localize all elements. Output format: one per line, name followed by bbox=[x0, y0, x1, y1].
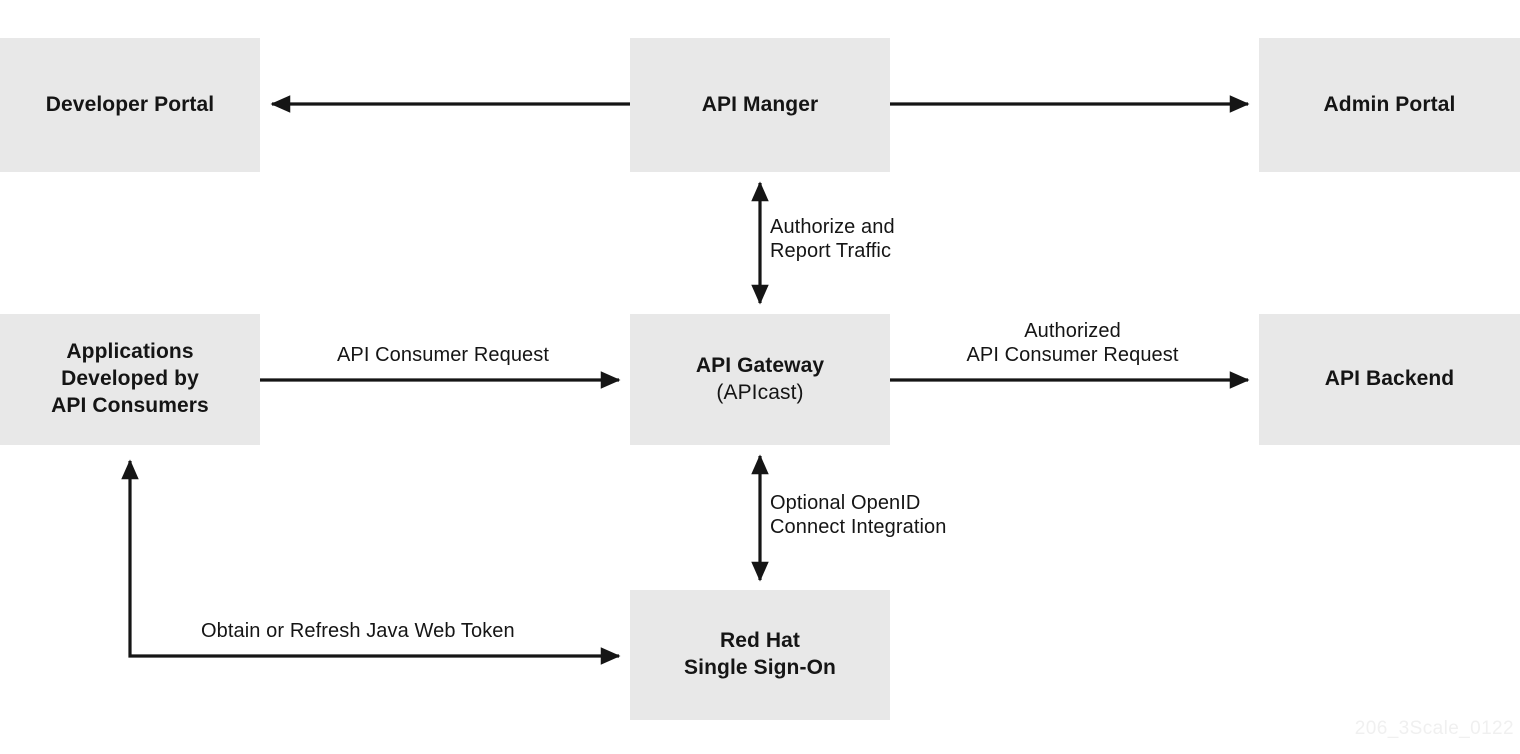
node-api-gateway[interactable]: API Gateway (APIcast) bbox=[630, 314, 890, 445]
node-red-hat-single-sign-on[interactable]: Red Hat Single Sign-On bbox=[630, 590, 890, 720]
node-applications-developed-by-api-consumers[interactable]: Applications Developed by API Consumers bbox=[0, 314, 260, 445]
node-developer-portal[interactable]: Developer Portal bbox=[0, 38, 260, 172]
architecture-diagram: Developer Portal --> Admin Portal --> AP… bbox=[0, 0, 1520, 754]
node-api-manager-label: API Manger bbox=[701, 92, 819, 116]
node-api-manager[interactable]: API Manger bbox=[630, 38, 890, 172]
node-developer-portal-label: Developer Portal bbox=[45, 92, 215, 116]
node-admin-portal[interactable]: Admin Portal bbox=[1259, 38, 1520, 172]
node-api-backend[interactable]: API Backend bbox=[1259, 314, 1520, 445]
edge-label-authorized-api-consumer-request: Authorized API Consumer Request bbox=[966, 320, 1179, 366]
node-admin-portal-label: Admin Portal bbox=[1323, 92, 1456, 116]
node-api-gateway-label: API Gateway bbox=[695, 353, 825, 377]
watermark-text: 206_3Scale_0122 bbox=[1354, 718, 1514, 739]
node-api-gateway-sublabel: (APIcast) bbox=[716, 380, 804, 404]
edge-label-obtain-or-refresh-java-web-token: Obtain or Refresh Java Web Token bbox=[201, 620, 515, 642]
edge-label-optional-openid-connect-integration: Optional OpenID Connect Integration bbox=[770, 492, 947, 538]
node-red-hat-sso-label: Red Hat Single Sign-On bbox=[684, 629, 836, 679]
node-api-backend-label: API Backend bbox=[1324, 367, 1455, 391]
edge-label-api-consumer-request: API Consumer Request bbox=[336, 344, 550, 366]
edge-label-authorize-and-report-traffic: Authorize and Report Traffic bbox=[770, 216, 895, 262]
node-applications-label: Applications Developed by API Consumers bbox=[51, 340, 209, 417]
